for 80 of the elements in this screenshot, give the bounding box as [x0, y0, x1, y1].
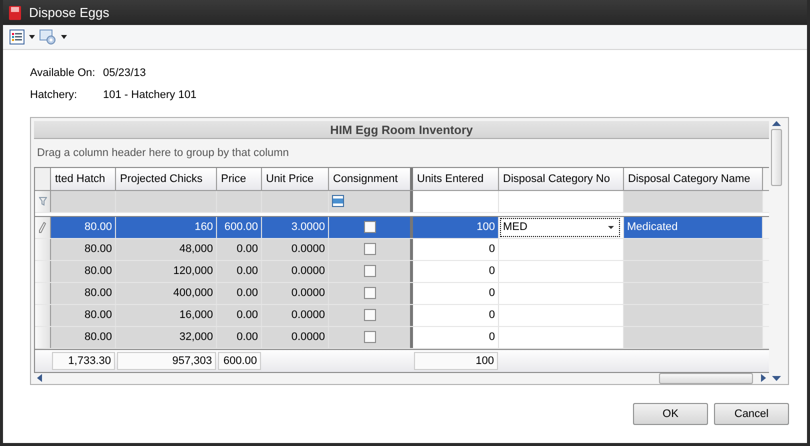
table-cell: 600.00: [217, 216, 262, 238]
column-header[interactable]: Consignment: [329, 168, 413, 190]
table-cell: 160: [116, 216, 217, 238]
scroll-thumb[interactable]: [659, 372, 753, 384]
table-cell: 0: [413, 326, 499, 348]
filter-checkbox[interactable]: [332, 195, 344, 208]
checkbox[interactable]: [364, 243, 376, 256]
column-header[interactable]: Disposal Category Name: [624, 168, 763, 190]
checkbox[interactable]: [364, 309, 376, 322]
scroll-down-icon[interactable]: [772, 376, 780, 381]
field-value: 05/23/13: [103, 67, 146, 79]
column-header[interactable]: tted Hatch: [51, 168, 116, 190]
scroll-right-icon[interactable]: [761, 374, 766, 382]
table-cell: 80.00: [51, 238, 116, 260]
table-cell: 120,000: [116, 260, 217, 282]
table-cell: 16,000: [116, 304, 217, 326]
table-cell: 0.0000: [262, 260, 329, 282]
window-title: Dispose Eggs: [29, 5, 110, 20]
dialog-button[interactable]: Cancel: [714, 403, 789, 425]
scroll-up-icon[interactable]: [772, 121, 780, 126]
table-cell: 32,000: [116, 326, 217, 348]
row-indicator[interactable]: [35, 326, 51, 348]
field-label: Available On:: [30, 67, 96, 79]
total-cell: 1,733.30: [52, 352, 115, 370]
table-cell: 0.0000: [262, 282, 329, 304]
table-cell: 0: [413, 282, 499, 304]
column-header[interactable]: Projected Chicks: [116, 168, 217, 190]
column-header[interactable]: Disposal Category No: [499, 168, 624, 190]
scroll-left-icon[interactable]: [37, 374, 42, 382]
table-cell: Medicated: [624, 216, 763, 238]
table-cell: 0: [413, 238, 499, 260]
app-icon: [8, 4, 22, 20]
total-cell: 600.00: [218, 352, 261, 370]
table-cell: 0.00: [217, 260, 262, 282]
grid-title: HIM Egg Room Inventory: [34, 121, 769, 140]
table-cell: 0.00: [217, 304, 262, 326]
table-cell: 80.00: [51, 326, 116, 348]
table-cell: 0.0000: [262, 304, 329, 326]
total-cell: 100: [414, 352, 498, 370]
table-cell: 0: [413, 304, 499, 326]
checkbox[interactable]: [364, 265, 376, 278]
table-cell: 3.0000: [262, 216, 329, 238]
filter-cell[interactable]: [329, 190, 413, 212]
caret-icon[interactable]: [29, 35, 35, 39]
table-cell: 0.00: [217, 326, 262, 348]
checkbox[interactable]: [364, 221, 376, 234]
table-cell: 0: [413, 260, 499, 282]
table-cell: 400,000: [116, 282, 217, 304]
checkbox[interactable]: [364, 287, 376, 300]
dialog-button[interactable]: OK: [633, 403, 708, 425]
row-indicator[interactable]: [35, 260, 51, 282]
list-icon[interactable]: [9, 29, 25, 45]
table-cell: 0.00: [217, 238, 262, 260]
caret-icon: [608, 226, 614, 229]
table-cell: 80.00: [51, 282, 116, 304]
table-cell: 100: [413, 216, 499, 238]
table-cell: 0.00: [217, 282, 262, 304]
column-header[interactable]: Units Entered: [413, 168, 499, 190]
filter-icon: [38, 196, 46, 206]
table-cell: 0.0000: [262, 238, 329, 260]
column-header[interactable]: Unit Price: [262, 168, 329, 190]
row-indicator[interactable]: [35, 216, 51, 238]
table-cell: 0.0000: [262, 326, 329, 348]
table-cell: 48,000: [116, 238, 217, 260]
scroll-thumb[interactable]: [770, 129, 782, 186]
column-header[interactable]: Price: [217, 168, 262, 190]
group-panel-hint: Drag a column header here to group by that column: [37, 146, 289, 159]
row-indicator[interactable]: [35, 238, 51, 260]
field-value: 101 - Hatchery 101: [103, 89, 197, 101]
pencil-icon: [39, 222, 46, 233]
row-indicator[interactable]: [35, 304, 51, 326]
caret-icon[interactable]: [61, 35, 67, 39]
total-cell: 957,303: [117, 352, 216, 370]
field-label: Hatchery:: [30, 89, 78, 101]
checkbox[interactable]: [364, 331, 376, 344]
table-cell: 80.00: [51, 304, 116, 326]
row-indicator[interactable]: [35, 282, 51, 304]
table-cell: 80.00: [51, 260, 116, 282]
table-cell: 80.00: [51, 216, 116, 238]
category-dropdown[interactable]: MED: [500, 218, 620, 237]
